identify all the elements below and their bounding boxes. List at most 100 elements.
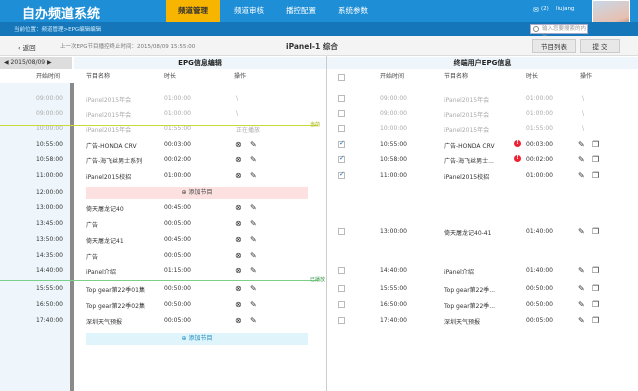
copy-icon[interactable]: ❐ (592, 300, 599, 309)
edit-icon[interactable]: ✎ (578, 266, 585, 275)
add-program-label: 添加节目 (188, 189, 213, 196)
split-icon[interactable]: ❐ (592, 227, 599, 236)
delete-icon[interactable]: ⊗ (235, 203, 242, 212)
duration: 01:55:00 (526, 125, 553, 132)
edit-icon[interactable]: ✎ (578, 171, 585, 180)
app-title: 自办频道系统 (22, 7, 101, 22)
left-table-row: 12:00:00 ⊕ 添加节目 (0, 185, 638, 200)
page-title: iPanel-1 综合 (286, 42, 338, 51)
search-input[interactable]: 输入您要搜索的内容 (530, 24, 588, 40)
col-start-time-left: 开始时间 (36, 73, 61, 80)
row-checkbox[interactable] (338, 267, 345, 274)
row-checkbox[interactable] (338, 95, 345, 102)
breadcrumb: 当前位置：频道管理>EPG编辑编辑 (14, 27, 102, 33)
action-text: \ (582, 110, 585, 117)
edit-icon[interactable]: ✎ (250, 203, 257, 212)
date-selector[interactable]: ◀ 2015/08/09 ▶ (0, 57, 72, 69)
action-text: \ (582, 125, 585, 132)
program-name: Top gear第22季... (444, 287, 496, 294)
program-name: iPanel2015年会 (444, 112, 490, 119)
edit-icon[interactable]: ✎ (578, 140, 585, 149)
copy-icon[interactable]: ❐ (592, 140, 599, 149)
copy-icon[interactable]: ❐ (592, 266, 599, 275)
right-table-row: 09:00:00 iPanel2015年会 01:00:00 \ (0, 106, 638, 121)
duration: 00:05:00 (164, 252, 191, 259)
duration: 00:50:00 (526, 285, 553, 292)
left-table-row: 14:35:00 广告 00:05:00 ⊗ ✎ (0, 248, 638, 263)
row-checkbox[interactable] (338, 285, 345, 292)
live-line (0, 280, 318, 281)
section-title-left: EPG信息编辑 (74, 57, 326, 69)
left-table-row: 13:00:00 倚天屠龙记40 00:45:00 ⊗ ✎ (0, 200, 638, 215)
row-checkbox[interactable] (338, 139, 345, 148)
edit-icon[interactable]: ✎ (250, 251, 257, 260)
duration: 01:00:00 (526, 95, 553, 102)
col-name-left: 节目名称 (86, 73, 111, 80)
copy-icon[interactable]: ❐ (592, 284, 599, 293)
copy-icon[interactable]: ❐ (592, 316, 599, 325)
submit-button[interactable]: 提 交 (580, 39, 620, 53)
col-duration-right: 时长 (526, 73, 539, 80)
edit-icon[interactable]: ✎ (578, 316, 585, 325)
duration: 00:45:00 (164, 204, 191, 211)
right-table-row: 10:55:00 广告-HONDA CRV 00:03:00! ✎ ❐ (0, 137, 638, 152)
program-name: 广告-海飞丝男士... (444, 158, 494, 165)
right-table-row: 10:58:00 广告-海飞丝男士... 00:02:00! ✎ ❐ (0, 152, 638, 167)
program-name: iPanel2015校招 (444, 174, 490, 181)
start-time: 10:58:00 (380, 156, 407, 163)
nav-channel-review[interactable]: 频道审核 (222, 0, 276, 22)
duration: 00:50:00 (526, 301, 553, 308)
program-name: iPanel2015年会 (444, 127, 490, 134)
username[interactable]: liujang (556, 6, 574, 12)
start-time: 14:40:00 (380, 267, 407, 274)
mail-icon[interactable]: ✉ (533, 6, 539, 14)
copy-icon[interactable]: ❐ (592, 155, 599, 164)
start-time: 16:50:00 (380, 301, 407, 308)
start-time: 10:55:00 (380, 141, 407, 148)
add-program-button[interactable]: ⊕ 添加节目 (86, 187, 308, 199)
select-all-checkbox[interactable] (338, 74, 345, 81)
program-list-button[interactable]: 节目列表 (532, 39, 576, 53)
add-program-bottom-button[interactable]: ⊕ 添加节目 (86, 333, 308, 345)
add-program-label: 添加节目 (188, 335, 213, 342)
row-checkbox[interactable] (338, 228, 345, 235)
right-table-row: 17:40:00 深圳天气预报 00:05:00 ✎ ❐ (0, 313, 638, 328)
right-table-row: 13:00:00 倚天屠龙记40-41 01:40:00 ✎ ❐ (0, 224, 638, 239)
copy-icon[interactable]: ❐ (592, 171, 599, 180)
program-name: iPanel2015年会 (444, 97, 490, 104)
row-checkbox[interactable] (338, 301, 345, 308)
duration: 01:00:00 (526, 172, 553, 179)
right-table-row: 16:50:00 Top gear第22季... 00:50:00 ✎ ❐ (0, 297, 638, 312)
duration: 00:05:00 (526, 317, 553, 324)
row-checkbox[interactable] (338, 154, 345, 163)
action-text: \ (582, 95, 585, 102)
nav-playback-config[interactable]: 播控配置 (276, 0, 326, 22)
edit-icon[interactable]: ✎ (578, 284, 585, 293)
toolbar: ‹ 返回 上一次EPG节目播控终止时间：2015/08/09 15:55:00 … (0, 36, 638, 56)
program-name: Top gear第22季... (444, 303, 496, 310)
search-icon (533, 26, 539, 32)
row-checkbox[interactable] (338, 317, 345, 324)
row-checkbox[interactable] (338, 125, 345, 132)
now-marker: 当前 (310, 122, 321, 128)
delete-icon[interactable]: ⊗ (235, 251, 242, 260)
back-label: 返回 (22, 44, 36, 52)
nav-system-params[interactable]: 系统参数 (328, 0, 378, 22)
start-time: 11:00:00 (380, 172, 407, 179)
row-checkbox[interactable] (338, 110, 345, 117)
edit-icon[interactable]: ✎ (578, 155, 585, 164)
nav-channel-manage[interactable]: 频道管理 (166, 0, 220, 22)
program-name: 倚天屠龙记40-41 (444, 230, 492, 237)
right-table-row: 15:55:00 Top gear第22季... 00:50:00 ✎ ❐ (0, 281, 638, 296)
edit-icon[interactable]: ✎ (578, 300, 585, 309)
back-button[interactable]: ‹ 返回 (18, 42, 36, 52)
row-checkbox[interactable] (338, 170, 345, 179)
live-marker: 已播放 (310, 277, 326, 283)
col-duration-left: 时长 (164, 73, 177, 80)
col-action-left: 操作 (234, 73, 247, 80)
edit-icon[interactable]: ✎ (578, 227, 585, 236)
section-title-right: 终端用户EPG信息 (327, 57, 638, 69)
mail-count: (2) (541, 6, 549, 12)
start-time: 09:00:00 (380, 110, 407, 117)
program-name: iPanel介绍 (444, 269, 474, 276)
